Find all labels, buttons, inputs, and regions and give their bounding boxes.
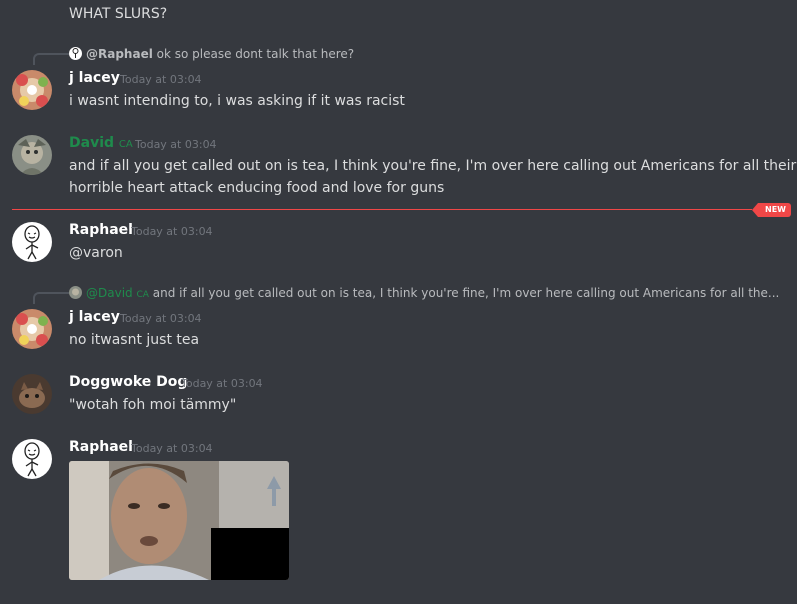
reply-text: ok so please dont talk that here? — [156, 47, 355, 61]
rage-comic-avatar-icon — [12, 222, 52, 262]
message-content: i wasnt intending to, i was asking if it… — [69, 93, 405, 109]
message-author[interactable]: Raphael — [69, 439, 133, 455]
message-author[interactable]: j lacey — [69, 309, 120, 325]
raphael-mini-avatar-icon — [69, 47, 82, 60]
message-timestamp: Today at 03:04 — [131, 442, 213, 455]
reply-preview[interactable]: @Raphael ok so please dont talk that her… — [69, 47, 354, 61]
rage-comic-avatar-icon — [12, 439, 52, 479]
message-author[interactable]: j lacey — [69, 70, 120, 86]
author-name[interactable]: David — [69, 135, 114, 151]
raphael-avatar[interactable] — [12, 439, 52, 479]
new-badge: NEW — [752, 203, 791, 217]
message-content-line1: and if all you get called out on is tea,… — [69, 158, 797, 174]
message-timestamp: Today at 03:04 — [120, 312, 202, 325]
doggwoke-avatar[interactable] — [12, 374, 52, 414]
message-author[interactable]: David CA — [69, 135, 133, 151]
message-timestamp: Today at 03:04 — [131, 225, 213, 238]
cat-photo-avatar-icon — [12, 374, 52, 414]
message-author[interactable]: Doggwoke Dog — [69, 374, 187, 390]
flower-avatar-icon — [12, 309, 52, 349]
reply-author[interactable]: @David — [86, 286, 133, 300]
david-mini-avatar-icon — [69, 286, 82, 299]
flower-avatar-icon — [12, 70, 52, 110]
message-timestamp: Today at 03:04 — [120, 73, 202, 86]
message-content: no itwasnt just tea — [69, 332, 200, 348]
reply-author-tag: CA — [136, 290, 149, 300]
message-author[interactable]: Raphael — [69, 222, 133, 238]
reply-spine — [33, 292, 69, 304]
video-still-image — [69, 461, 289, 580]
author-tag: CA — [118, 139, 133, 150]
message-timestamp: Today at 03:04 — [181, 377, 263, 390]
new-messages-divider — [12, 209, 752, 210]
reply-text: and if all you get called out on is tea,… — [152, 286, 780, 300]
jlacey-avatar[interactable] — [12, 70, 52, 110]
illustration-avatar-icon — [12, 135, 52, 175]
message-content-line2: horrible heart attack enducing food and … — [69, 180, 445, 196]
image-attachment[interactable] — [69, 461, 289, 580]
reply-preview[interactable]: @David CA and if all you get called out … — [69, 286, 779, 300]
message-timestamp: Today at 03:04 — [135, 138, 217, 151]
message-content: "wotah foh moi tämmy" — [69, 397, 237, 413]
reply-author[interactable]: @Raphael — [86, 47, 153, 61]
david-avatar[interactable] — [12, 135, 52, 175]
raphael-avatar[interactable] — [12, 222, 52, 262]
reply-spine — [33, 53, 69, 65]
message-content: @varon — [69, 245, 123, 261]
message-content: WHAT SLURS? — [69, 6, 168, 22]
jlacey-avatar[interactable] — [12, 309, 52, 349]
